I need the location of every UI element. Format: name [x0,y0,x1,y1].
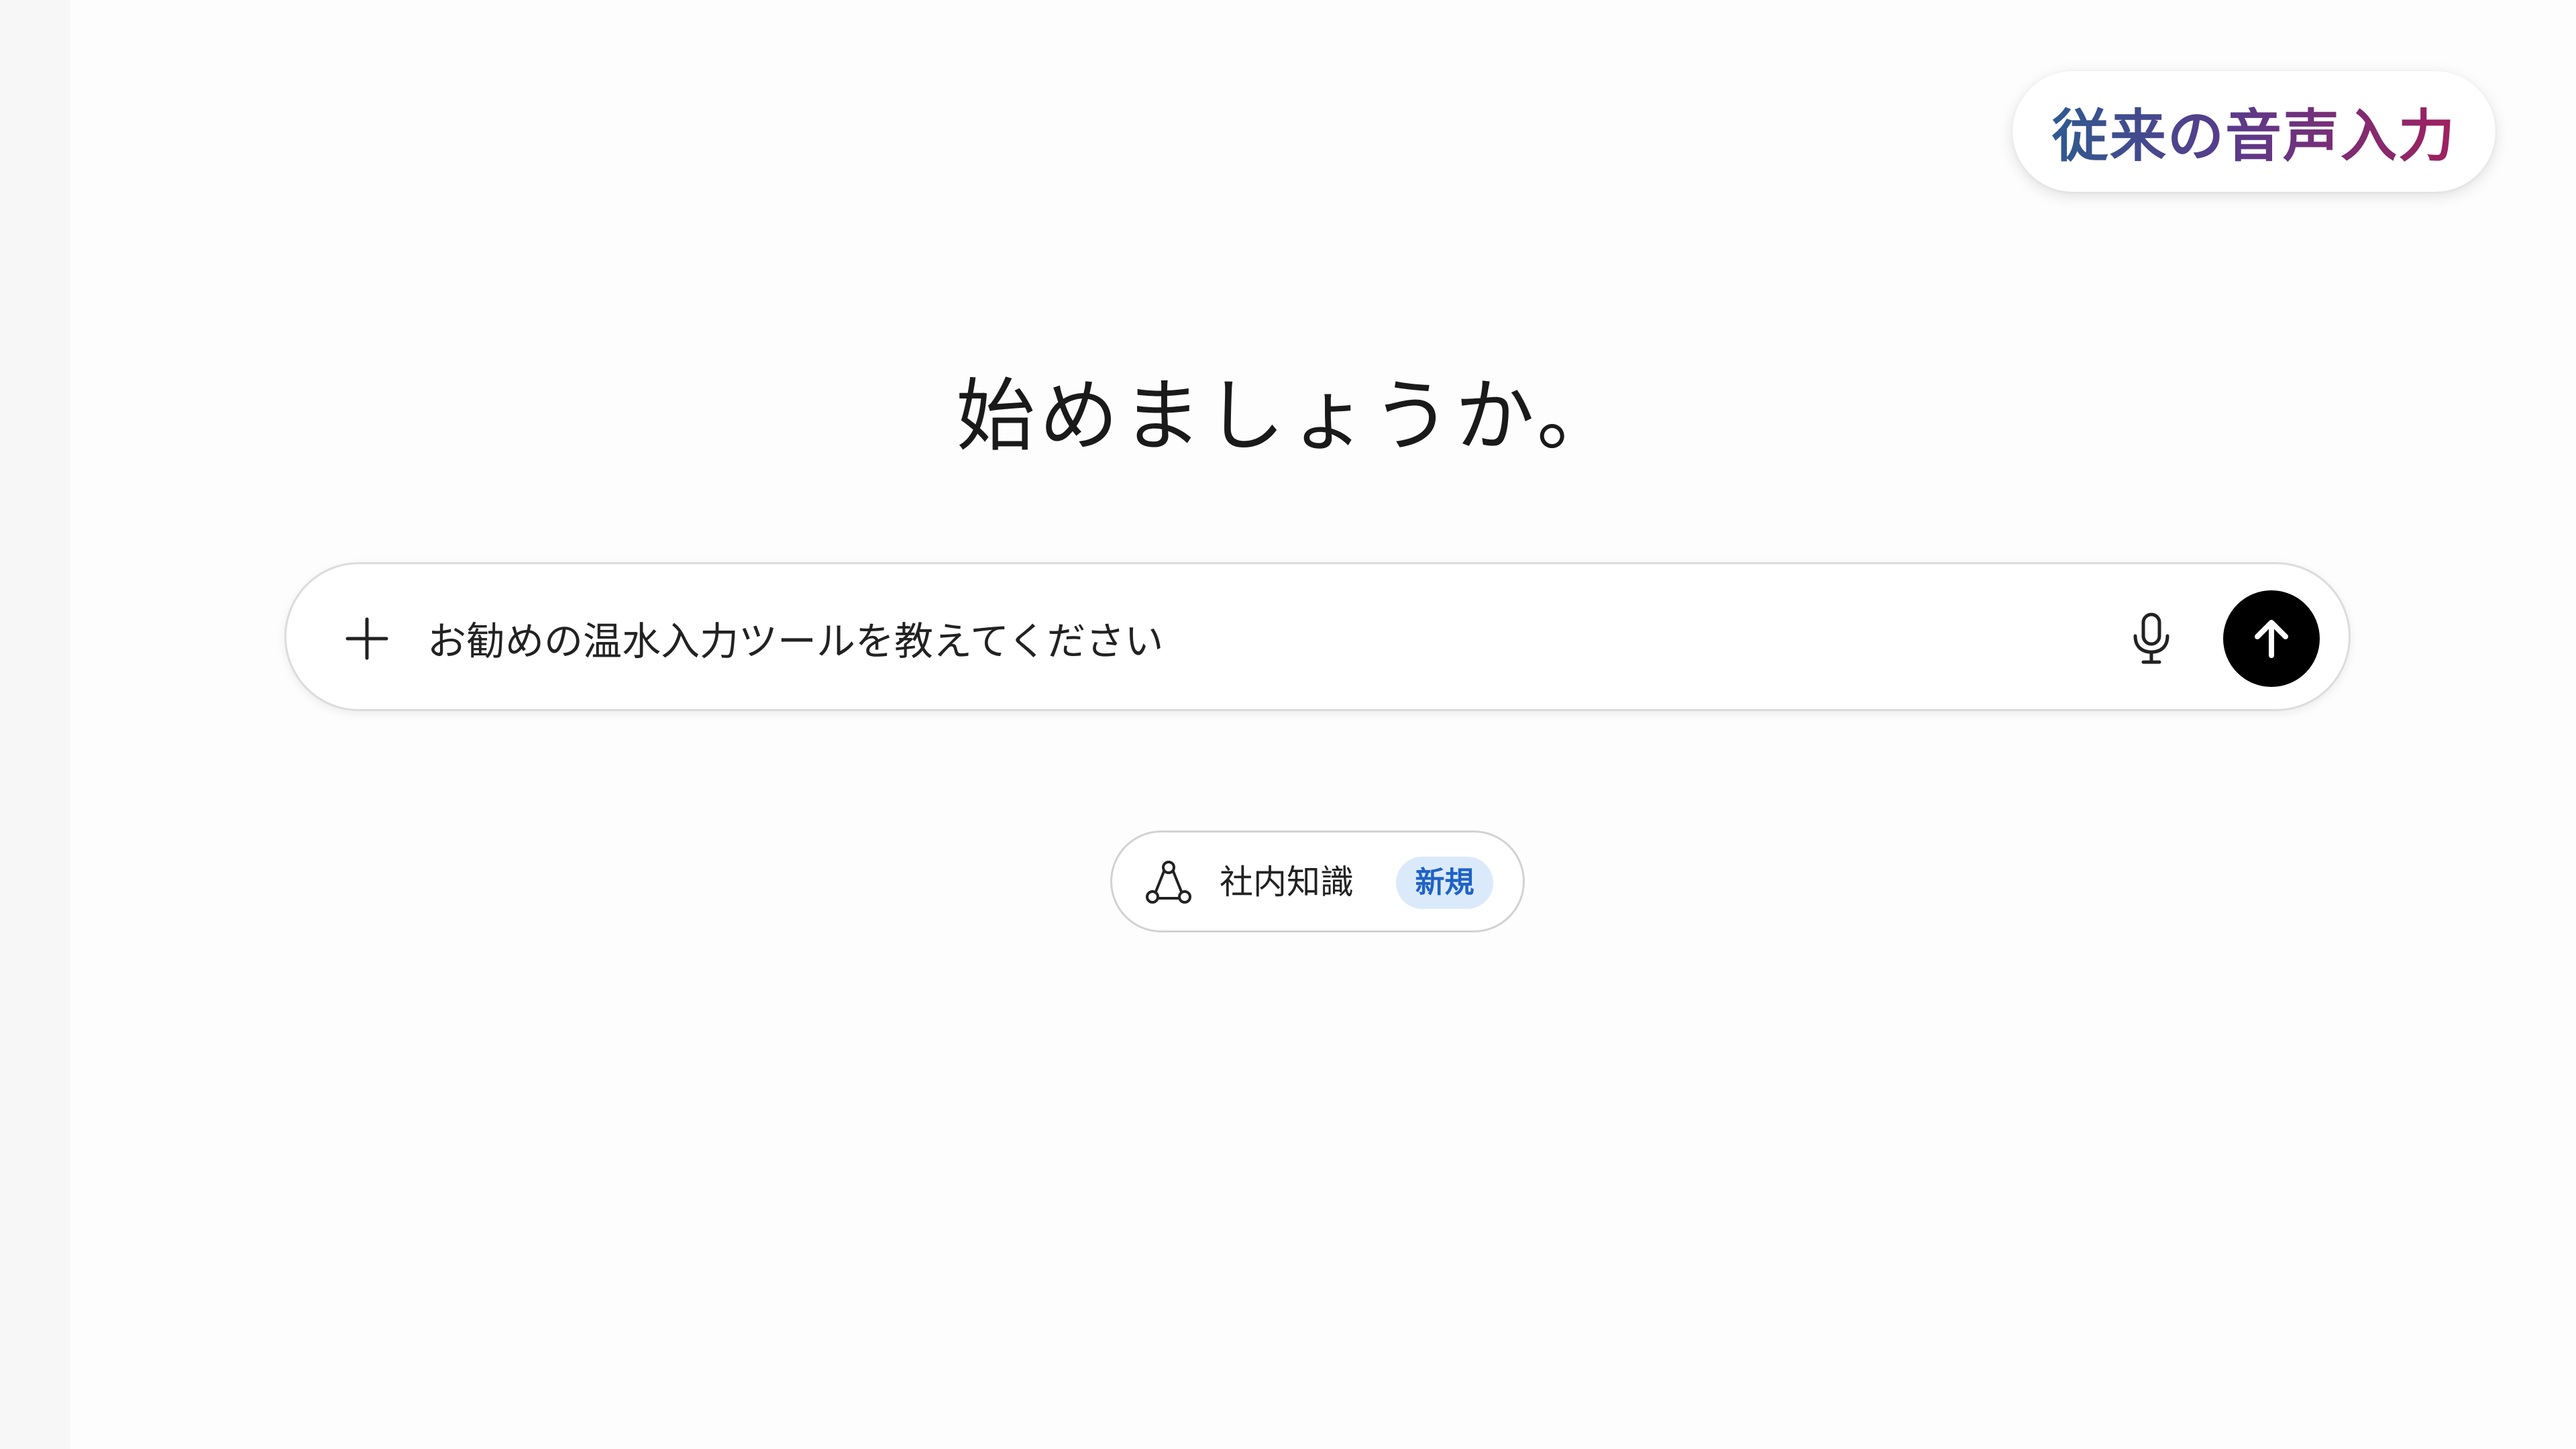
send-button[interactable] [2223,590,2320,687]
arrow-up-icon [2255,620,2288,658]
company-knowledge-chip[interactable]: 社内知識 新規 [1110,830,1525,932]
microphone-icon [2133,612,2169,664]
microphone-button[interactable] [2118,605,2185,672]
voice-input-badge: 従来の音声入力 [2012,71,2496,192]
prompt-input[interactable] [427,598,2071,678]
page-background [70,0,2576,1449]
plus-icon [345,617,388,660]
prompt-composer [284,562,2351,711]
page-heading: 始めましょうか。 [956,370,1620,462]
knowledge-network-icon [1146,861,1191,904]
voice-input-badge-label: 従来の音声入力 [2052,91,2456,172]
new-badge: 新規 [1396,857,1493,909]
company-knowledge-label: 社内知識 [1220,863,1354,902]
add-attachment-button[interactable] [333,605,400,672]
